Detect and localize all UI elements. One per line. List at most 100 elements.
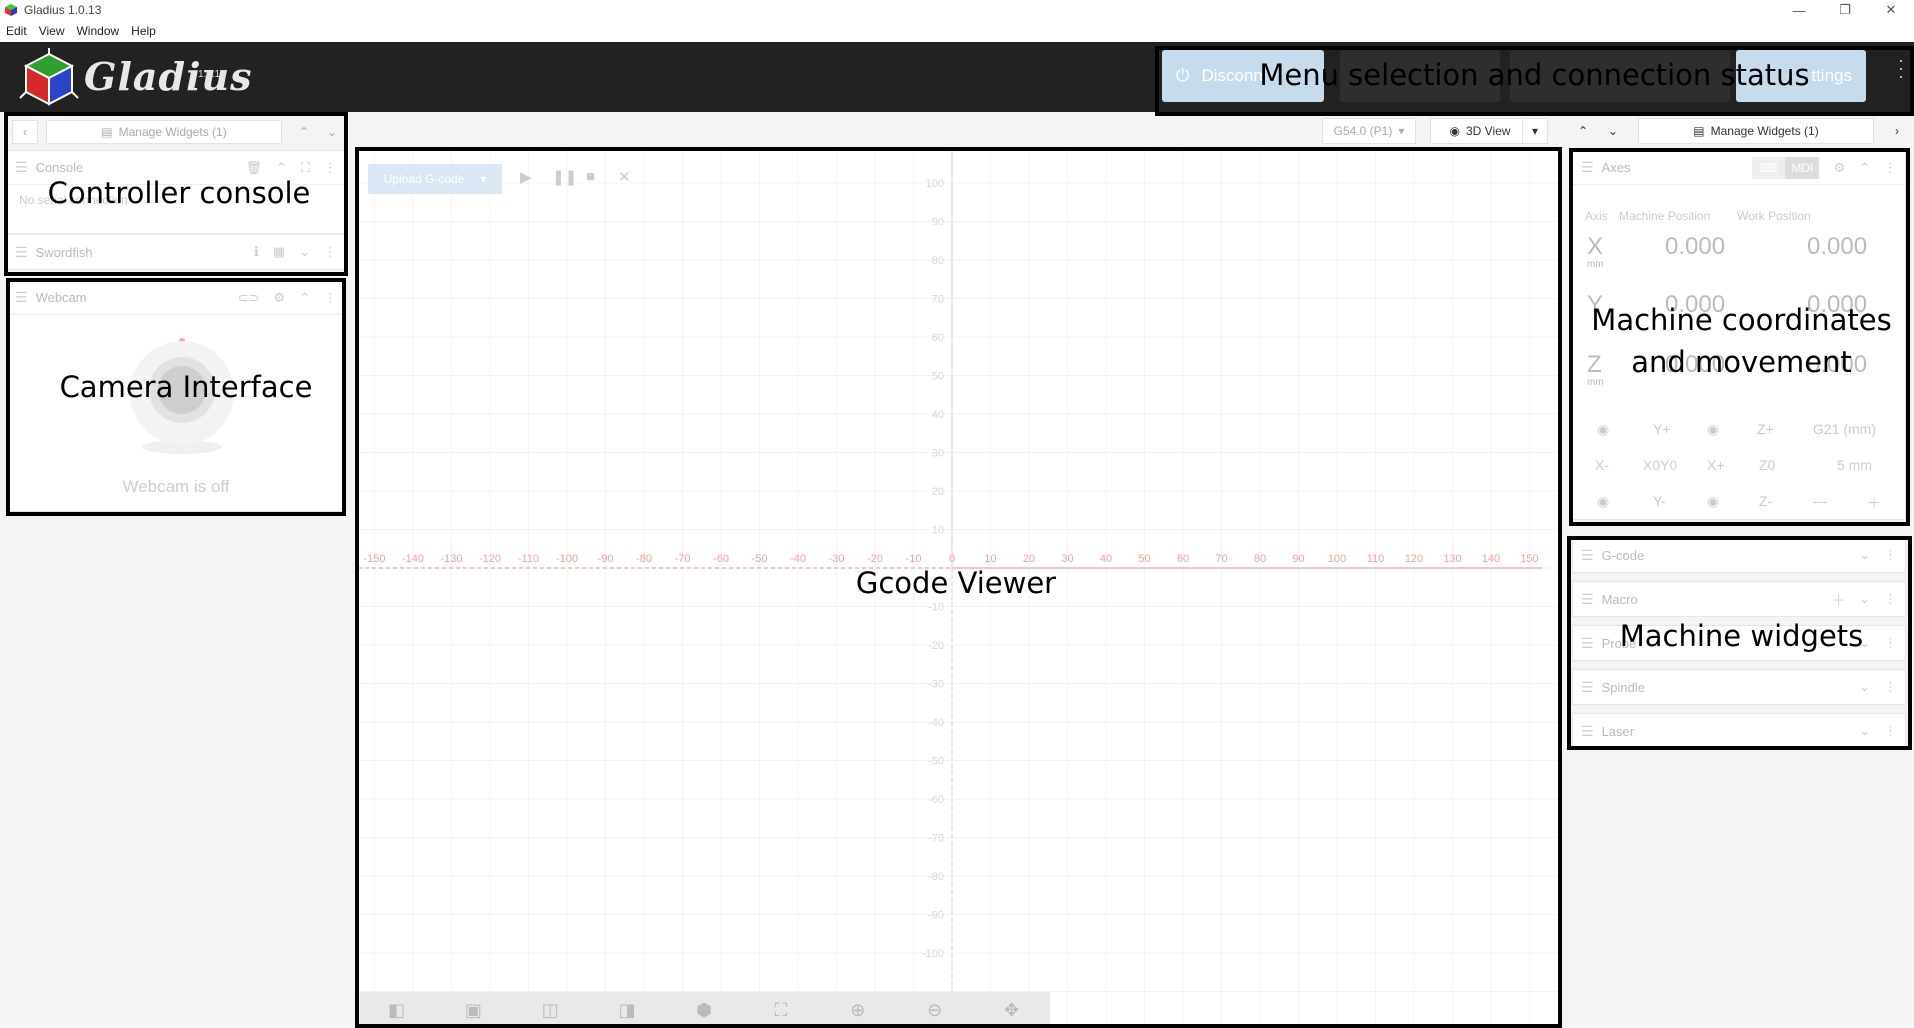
keyboard-icon[interactable]: ⌨ bbox=[1752, 156, 1786, 179]
upload-gcode-button[interactable]: Upload G-code ▾ bbox=[368, 164, 502, 194]
close-icon[interactable]: ✕ bbox=[1868, 0, 1914, 20]
annotation-widgets-label: Machine widgets bbox=[1619, 619, 1864, 653]
chevron-down-icon[interactable]: ⌄ bbox=[1859, 723, 1870, 739]
drag-handle-icon[interactable]: ☰ bbox=[1581, 547, 1594, 564]
chevron-up-icon[interactable]: ⌃ bbox=[1570, 118, 1596, 144]
drag-handle-icon[interactable]: ☰ bbox=[1581, 723, 1594, 740]
jog-x-minus[interactable]: X- bbox=[1595, 457, 1609, 473]
close-icon[interactable]: ✕ bbox=[618, 168, 631, 186]
machine-widget-title: Macro bbox=[1601, 591, 1638, 607]
viewer-toolbar: ◧ ▣ ◫ ◨ ⬢ ⛶ ⊕ ⊖ ✥ bbox=[358, 992, 1050, 1028]
machine-widget-row[interactable]: ☰ Spindle ⌄ ⋮ bbox=[1572, 669, 1906, 705]
jog-diag-icon[interactable]: ◉ bbox=[1707, 493, 1719, 510]
webcam-title: Webcam bbox=[35, 290, 87, 305]
info-icon[interactable]: ℹ bbox=[254, 244, 259, 260]
work-position-x[interactable]: 0.000 bbox=[1807, 233, 1867, 261]
pan-icon[interactable]: ✥ bbox=[973, 1000, 1050, 1021]
view-3d-toggle[interactable]: ◉ 3D View bbox=[1430, 118, 1530, 144]
drag-handle-icon[interactable]: ☰ bbox=[1581, 159, 1594, 176]
app-icon bbox=[5, 4, 17, 16]
zoom-in-icon[interactable]: ⊕ bbox=[819, 1000, 896, 1021]
jog-x-plus[interactable]: X+ bbox=[1707, 457, 1725, 473]
chevron-down-icon[interactable]: ⌄ bbox=[320, 120, 344, 144]
machine-widget-row[interactable]: ☰ Macro ＋ ⌄ ⋮ bbox=[1572, 581, 1906, 617]
chevron-up-icon[interactable]: ⌃ bbox=[1859, 160, 1870, 176]
more-icon[interactable]: ⋮ bbox=[1884, 591, 1897, 607]
jog-z0[interactable]: Z0 bbox=[1759, 457, 1775, 473]
manage-widgets-button-right[interactable]: ▤ Manage Widgets (1) bbox=[1638, 118, 1874, 144]
more-icon[interactable]: ⋮ bbox=[1884, 547, 1897, 563]
restore-icon[interactable]: ❐ bbox=[1822, 0, 1868, 20]
widgets-icon: ▤ bbox=[101, 125, 113, 139]
view-top-icon[interactable]: ▣ bbox=[435, 1000, 512, 1021]
view-front-icon[interactable]: ◫ bbox=[512, 1000, 589, 1021]
pause-icon[interactable]: ❚❚ bbox=[552, 168, 577, 186]
y-tick-label: 40 bbox=[932, 409, 944, 421]
chevron-right-icon[interactable]: › bbox=[1884, 118, 1910, 144]
x-tick-label: 130 bbox=[1443, 553, 1461, 565]
units-select[interactable]: G21 (mm) bbox=[1813, 421, 1876, 437]
machine-widget-row[interactable]: ☰ Laser ⌄ ⋮ bbox=[1572, 713, 1906, 749]
chevron-up-icon[interactable]: ⌃ bbox=[292, 120, 316, 144]
annotation-coords-label-2: and movement bbox=[1631, 345, 1852, 379]
caret-down-icon: ▾ bbox=[480, 172, 487, 186]
zoom-out-icon[interactable]: ⊖ bbox=[896, 1000, 973, 1021]
minus-icon[interactable]: — bbox=[1813, 493, 1827, 509]
toggle-icon[interactable]: ⊂⊃ bbox=[238, 290, 260, 306]
chevron-down-icon[interactable]: ⌄ bbox=[1859, 547, 1870, 563]
drag-handle-icon[interactable]: ☰ bbox=[1581, 679, 1594, 696]
chevron-down-icon[interactable]: ⌄ bbox=[1859, 679, 1870, 695]
drag-handle-icon[interactable]: ☰ bbox=[1581, 591, 1594, 608]
view-right-icon[interactable]: ⬢ bbox=[666, 1000, 743, 1021]
more-icon[interactable]: ⋮ bbox=[1884, 723, 1897, 739]
y-tick-label: 90 bbox=[932, 217, 944, 229]
step-select[interactable]: 5 mm bbox=[1837, 457, 1872, 473]
grid-icon[interactable]: ▦ bbox=[273, 244, 285, 260]
jog-z-plus[interactable]: Z+ bbox=[1757, 421, 1774, 437]
chevron-up-icon[interactable]: ⌃ bbox=[299, 290, 310, 306]
x-tick-label: -130 bbox=[440, 553, 462, 565]
more-icon[interactable]: ⋮ bbox=[324, 290, 337, 306]
menu-edit[interactable]: Edit bbox=[0, 24, 33, 38]
play-icon[interactable]: ▶ bbox=[520, 168, 532, 186]
more-icon[interactable]: ⋮ bbox=[324, 244, 337, 260]
stop-icon[interactable]: ■ bbox=[586, 168, 595, 185]
gear-icon[interactable]: ⚙ bbox=[273, 290, 285, 306]
chevron-down-icon[interactable]: ⌄ bbox=[299, 244, 310, 260]
machine-position-x: 0.000 bbox=[1665, 233, 1726, 260]
plus-icon[interactable]: ＋ bbox=[1832, 590, 1845, 609]
chevron-left-icon[interactable]: ‹ bbox=[12, 120, 38, 144]
wcs-select[interactable]: G54.0 (P1) ▾ bbox=[1322, 118, 1416, 144]
jog-diag-icon[interactable]: ◉ bbox=[1597, 493, 1609, 510]
manage-widgets-button-left[interactable]: ▤ Manage Widgets (1) bbox=[46, 120, 282, 144]
mdi-button[interactable]: MDI bbox=[1785, 156, 1820, 179]
plus-icon[interactable]: ＋ bbox=[1867, 493, 1881, 513]
gear-icon[interactable]: ⚙ bbox=[1833, 160, 1845, 176]
drag-handle-icon[interactable]: ☰ bbox=[15, 289, 28, 306]
menu-window[interactable]: Window bbox=[70, 24, 125, 38]
jog-xy0[interactable]: X0Y0 bbox=[1643, 457, 1677, 473]
jog-diag-icon[interactable]: ◉ bbox=[1597, 421, 1609, 438]
more-icon[interactable]: ⋮ bbox=[1884, 679, 1897, 695]
zoom-fit-icon[interactable]: ⛶ bbox=[742, 1000, 819, 1021]
menu-help[interactable]: Help bbox=[125, 24, 162, 38]
minimize-icon[interactable]: — bbox=[1776, 0, 1822, 20]
chevron-down-icon[interactable]: ⌄ bbox=[1859, 591, 1870, 607]
view-left-icon[interactable]: ◨ bbox=[589, 1000, 666, 1021]
manage-widgets-label: Manage Widgets (1) bbox=[1710, 124, 1819, 138]
menu-view[interactable]: View bbox=[33, 24, 71, 38]
x-tick-label: 80 bbox=[1254, 553, 1266, 565]
jog-z-minus[interactable]: Z- bbox=[1759, 493, 1772, 509]
more-icon[interactable]: ⋮ bbox=[1884, 160, 1897, 176]
jog-y-plus[interactable]: Y+ bbox=[1653, 421, 1671, 437]
drag-handle-icon[interactable]: ☰ bbox=[15, 244, 28, 261]
x-tick-label: 150 bbox=[1520, 553, 1538, 565]
view-dropdown[interactable]: ▾ bbox=[1522, 118, 1548, 144]
chevron-down-icon[interactable]: ⌄ bbox=[1600, 118, 1626, 144]
machine-widget-row[interactable]: ☰ G-code ⌄ ⋮ bbox=[1572, 537, 1906, 573]
manage-widgets-label: Manage Widgets (1) bbox=[118, 125, 227, 139]
jog-diag-icon[interactable]: ◉ bbox=[1707, 421, 1719, 438]
jog-y-minus[interactable]: Y- bbox=[1653, 493, 1666, 509]
view-3d-icon[interactable]: ◧ bbox=[358, 1000, 435, 1021]
logo-cube-icon bbox=[19, 48, 79, 106]
